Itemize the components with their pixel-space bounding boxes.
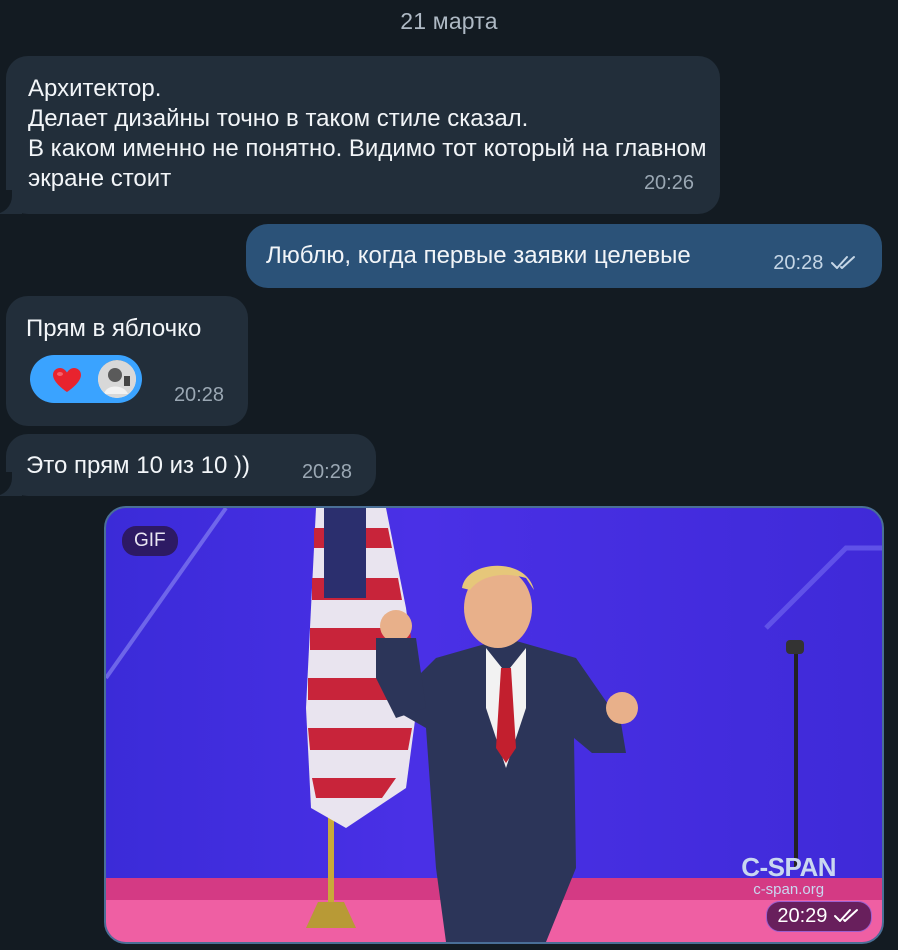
gif-badge: GIF bbox=[122, 526, 178, 556]
message-bubble-incoming[interactable]: Прям в яблочко 20:28 bbox=[6, 296, 248, 426]
message-text: Архитектор. Делает дизайны точно в таком… bbox=[28, 75, 707, 192]
bubble-tail bbox=[0, 190, 22, 214]
message-time: 20:29 bbox=[766, 901, 872, 932]
message-time: 20:26 bbox=[643, 172, 694, 194]
avatar bbox=[98, 360, 136, 398]
reaction-pill[interactable] bbox=[30, 355, 142, 403]
message-bubble-incoming[interactable]: Это прям 10 из 10 )) 20:28 bbox=[6, 434, 376, 496]
watermark: C-SPAN c-span.org bbox=[741, 852, 836, 898]
bubble-tail bbox=[0, 472, 22, 496]
message-time: 20:28 bbox=[773, 252, 824, 274]
heart-icon bbox=[53, 368, 81, 392]
double-check-icon bbox=[834, 909, 858, 922]
message-text: Прям в яблочко bbox=[26, 315, 202, 342]
message-time: 20:28 bbox=[301, 461, 352, 483]
gif-message[interactable]: GIF C-SPAN c-span.org 20:29 bbox=[104, 506, 884, 944]
message-text: Люблю, когда первые заявки целевые bbox=[266, 242, 691, 269]
message-bubble-incoming[interactable]: Архитектор. Делает дизайны точно в таком… bbox=[6, 56, 720, 214]
double-check-icon bbox=[831, 256, 855, 269]
message-time: 20:28 bbox=[173, 384, 224, 406]
message-text: Это прям 10 из 10 )) bbox=[26, 452, 251, 479]
message-bubble-outgoing[interactable]: Люблю, когда первые заявки целевые 20:28 bbox=[246, 224, 882, 288]
date-separator: 21 марта bbox=[400, 8, 498, 34]
